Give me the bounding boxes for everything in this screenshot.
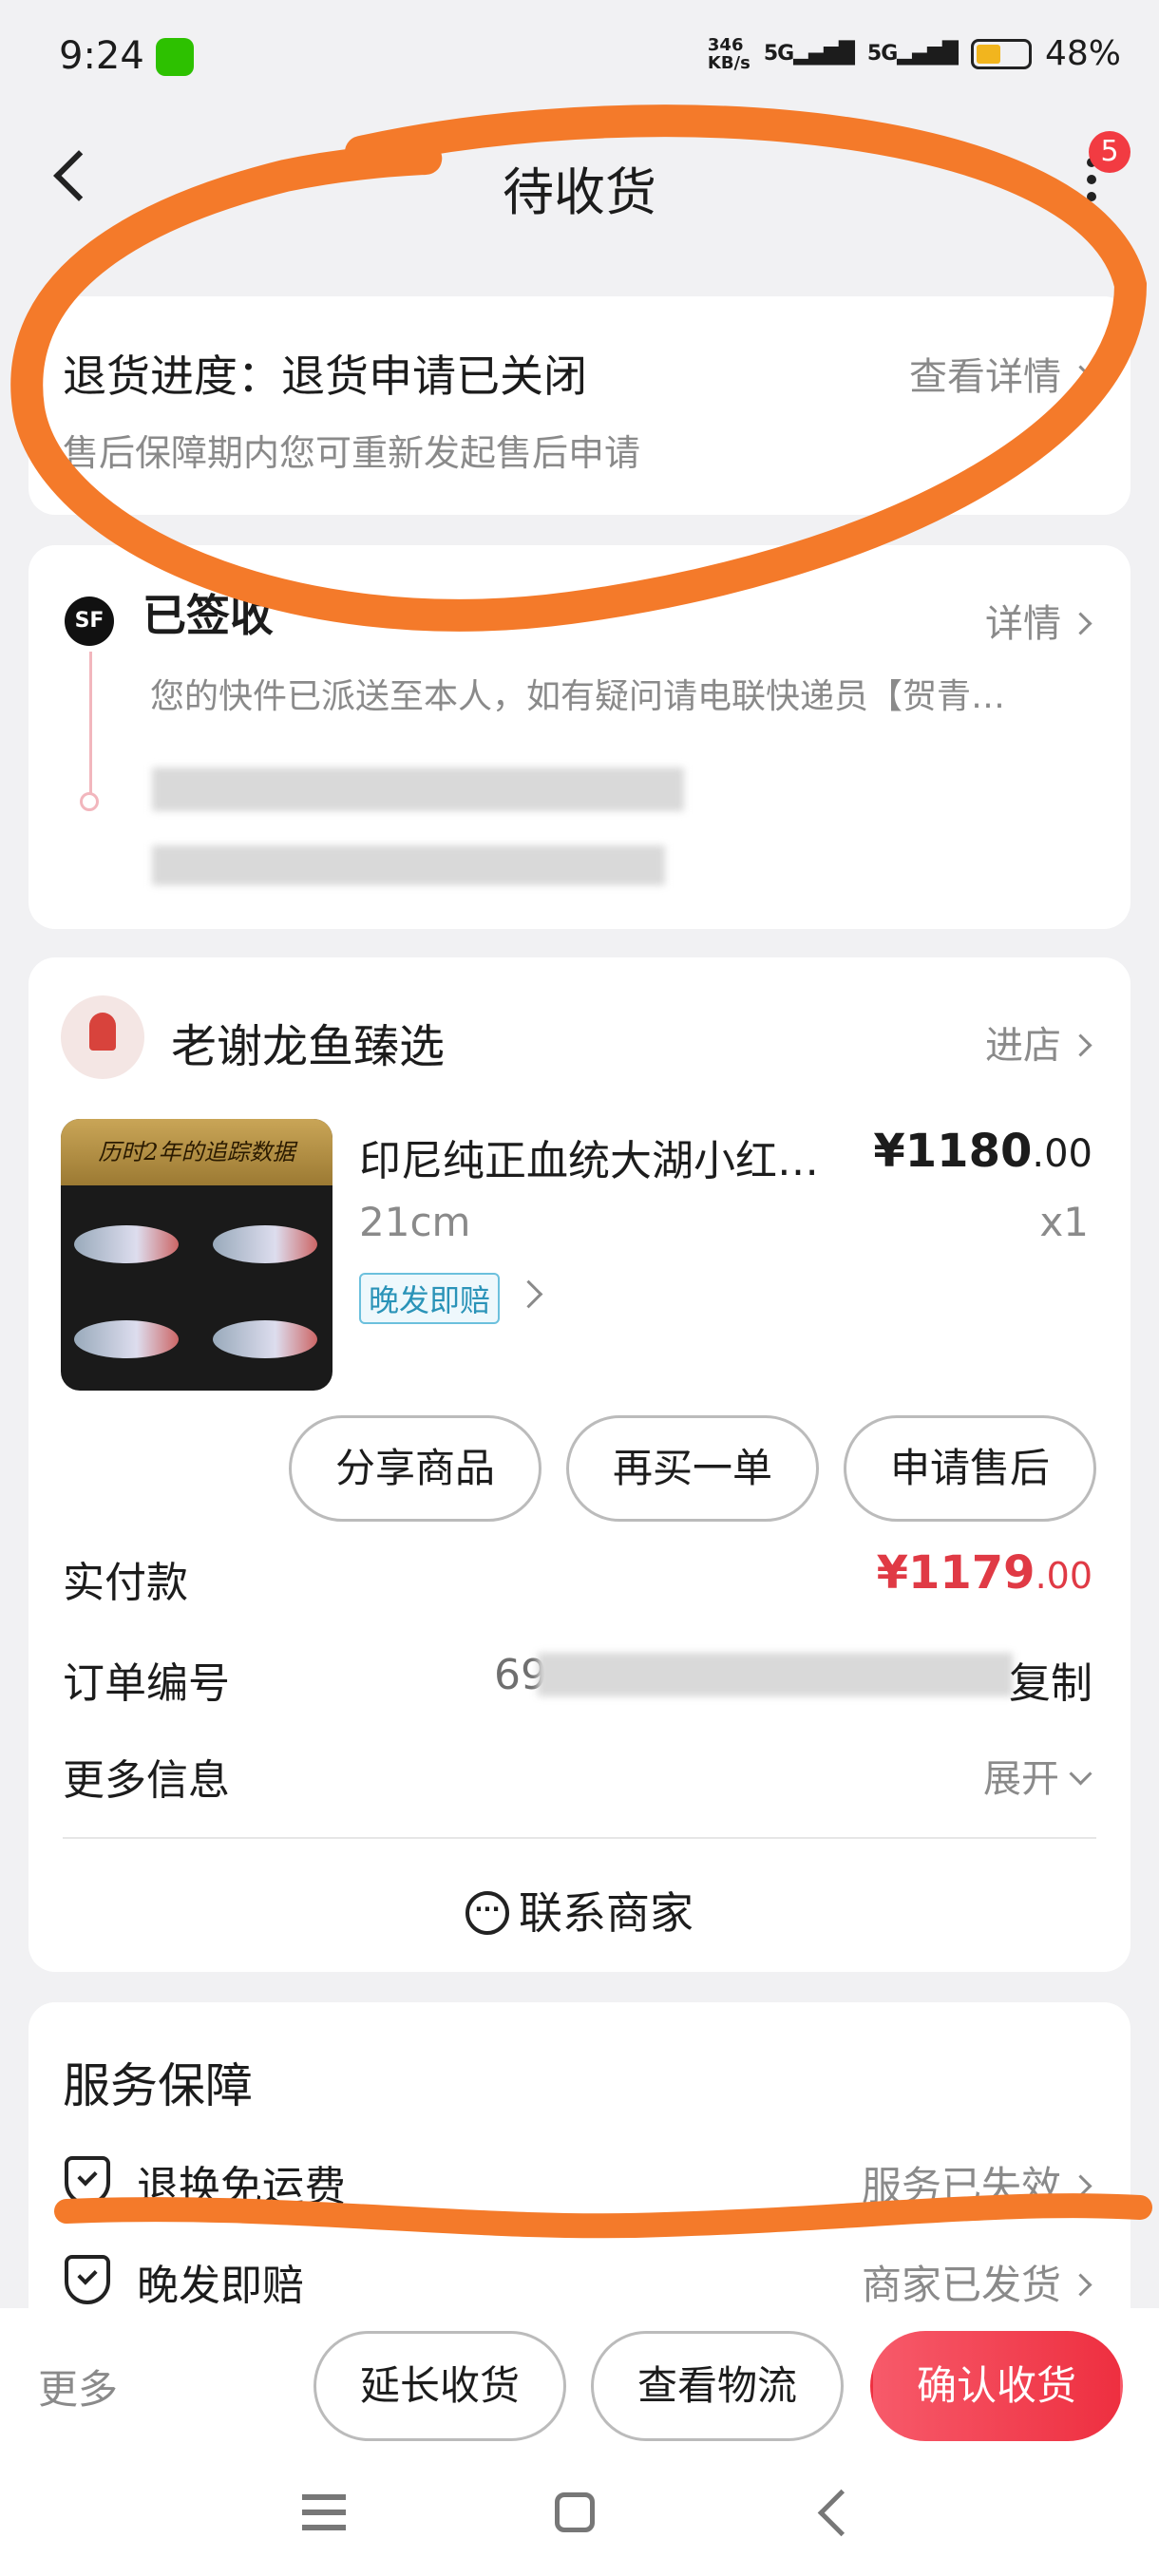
shop-name[interactable]: 老谢龙鱼臻选 — [171, 1009, 445, 1075]
price-main: ¥1180 — [873, 1125, 1033, 1178]
signal-icon: 5G▂▄▆█ — [763, 42, 855, 66]
more-actions-button[interactable]: 更多 — [38, 2358, 118, 2415]
status-time: 9:24 — [59, 34, 144, 78]
redacted-order-number — [538, 1653, 1013, 1696]
buy-again-button[interactable]: 再买一单 — [566, 1415, 819, 1522]
confirm-receipt-button[interactable]: 确认收货 — [870, 2331, 1123, 2441]
shop-logo-mark — [89, 1013, 116, 1051]
fish-image — [213, 1225, 317, 1263]
chevron-right-icon — [1069, 1032, 1092, 1057]
extend-receipt-button[interactable]: 延长收货 — [314, 2331, 566, 2441]
battery-icon — [970, 38, 1032, 69]
status-indicators: 346 KB/s 5G▂▄▆█ 5G▂▄▆█ 48% — [708, 34, 1121, 73]
service-item-name: 退换免运费 — [137, 2163, 346, 2211]
notification-badge: 5 — [1089, 131, 1130, 173]
contact-seller-label: 联系商家 — [519, 1887, 694, 1939]
service-item-status[interactable]: 服务已失效 — [861, 2154, 1092, 2212]
battery-fill — [976, 44, 1000, 64]
redacted-address — [152, 767, 684, 811]
refund-detail-label: 查看详情 — [909, 355, 1061, 399]
service-item-name: 晚发即赔 — [137, 2262, 304, 2310]
order-number-label: 订单编号 — [63, 1659, 230, 1708]
network-speed-unit: KB/s — [707, 52, 750, 73]
fish-image — [213, 1320, 317, 1358]
product-spec: 21cm — [359, 1199, 471, 1245]
paid-decimal: .00 — [1035, 1555, 1092, 1597]
product-qty: x1 — [1039, 1199, 1089, 1245]
home-icon[interactable] — [555, 2492, 595, 2532]
paid-main: ¥1179 — [876, 1546, 1036, 1600]
expand-label: 展开 — [983, 1757, 1059, 1801]
menu-icon[interactable] — [302, 2494, 346, 2500]
paid-label: 实付款 — [63, 1559, 188, 1607]
chevron-right-icon — [1069, 364, 1092, 388]
chevron-right-icon — [1069, 611, 1092, 635]
expand-toggle[interactable]: 展开 — [983, 1748, 1092, 1803]
divider — [63, 1837, 1096, 1839]
timeline-dot — [80, 792, 99, 811]
contact-seller-button[interactable]: ··· 联系商家 — [0, 1879, 1159, 1941]
service-status-label: 服务已失效 — [861, 2163, 1061, 2209]
view-logistics-button[interactable]: 查看物流 — [591, 2331, 844, 2441]
chevron-right-icon — [1069, 2273, 1092, 2297]
fish-image — [74, 1320, 179, 1358]
product-thumbnail[interactable]: 历时2年的追踪数据 — [61, 1119, 332, 1391]
enter-shop-link[interactable]: 进店 — [985, 1014, 1092, 1070]
timeline-line — [89, 652, 92, 794]
battery-percent: 48% — [1044, 34, 1121, 73]
late-delivery-tag[interactable]: 晚发即赔 — [359, 1273, 501, 1324]
service-status-label: 商家已发货 — [861, 2262, 1061, 2308]
service-item-status[interactable]: 商家已发货 — [861, 2253, 1092, 2311]
refund-card[interactable] — [28, 296, 1130, 515]
redacted-recipient — [152, 845, 665, 885]
network-speed-value: 346 — [707, 34, 744, 55]
share-product-button[interactable]: 分享商品 — [289, 1415, 542, 1522]
product-price: ¥1180.00 — [873, 1125, 1092, 1178]
logistics-desc: 您的快件已派送至本人，如有疑问请电联快递员【贺青… — [150, 677, 1006, 716]
logistics-status: 已签收 — [142, 590, 274, 641]
page-title: 待收货 — [503, 162, 656, 222]
logistics-detail-link[interactable]: 详情 — [985, 593, 1092, 648]
more-info-label: 更多信息 — [63, 1756, 230, 1805]
chat-icon: ··· — [466, 1890, 509, 1935]
paid-amount: ¥1179.00 — [877, 1546, 1092, 1600]
copy-button[interactable]: 复制 — [1009, 1649, 1092, 1710]
thumbnail-caption: 历时2年的追踪数据 — [61, 1119, 332, 1185]
logistics-detail-label: 详情 — [985, 602, 1061, 646]
signal-label: 5G — [866, 42, 898, 66]
signal-icon: 5G▂▄▆█ — [866, 42, 959, 66]
refund-status-title: 退货进度：退货申请已关闭 — [63, 350, 587, 402]
sf-express-icon: SF — [65, 597, 114, 646]
service-title: 服务保障 — [63, 2058, 253, 2113]
chevron-down-icon — [1069, 1761, 1092, 1786]
enter-shop-label: 进店 — [985, 1024, 1061, 1068]
price-decimal: .00 — [1032, 1132, 1092, 1176]
signal-label: 5G — [763, 42, 794, 66]
wechat-icon — [156, 38, 194, 76]
fish-image — [74, 1225, 179, 1263]
refund-detail-link[interactable]: 查看详情 — [909, 346, 1092, 401]
chevron-right-icon — [1069, 2174, 1092, 2198]
product-name[interactable]: 印尼纯正血统大湖小红… — [359, 1127, 853, 1187]
after-sale-button[interactable]: 申请售后 — [844, 1415, 1096, 1522]
network-speed: 346 KB/s — [708, 36, 750, 72]
refund-desc: 售后保障期内您可重新发起售后申请 — [63, 432, 641, 474]
shield-check-icon — [65, 2255, 110, 2304]
shield-check-icon — [65, 2156, 110, 2206]
